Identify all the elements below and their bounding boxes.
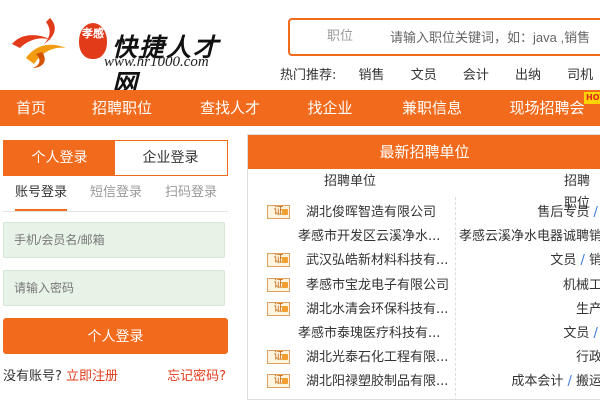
nav-item-companies[interactable]: 找企业 bbox=[296, 90, 364, 126]
tab-company-login[interactable]: 企业登录 bbox=[115, 141, 226, 175]
company-jobs: 售后专员 / 业 bbox=[537, 201, 600, 225]
job-link[interactable]: 孝感云溪净水电器诚聘销售 bbox=[459, 229, 600, 244]
company-row[interactable]: 证 孝感市宝龙电子有限公司 机械工程 bbox=[248, 274, 600, 298]
job-link[interactable]: 成本会计 bbox=[511, 374, 563, 389]
certified-badge-icon: 证 bbox=[267, 350, 290, 365]
logo-site-url: www.hr1000.com bbox=[104, 54, 209, 70]
company-name-link[interactable]: 湖北俊晖智造有限公司 bbox=[306, 201, 436, 225]
company-jobs: 成本会计 / 搬运工 bbox=[511, 370, 600, 394]
company-name-link[interactable]: 湖北阳禄塑胶制品有限... bbox=[306, 370, 448, 394]
company-row[interactable]: 证 湖北水清会环保科技有... 生产普 bbox=[248, 298, 600, 322]
job-link[interactable]: 文员 bbox=[563, 326, 589, 341]
column-header-company: 招聘单位 bbox=[324, 174, 377, 189]
certified-badge-icon: 证 bbox=[267, 374, 290, 389]
job-link[interactable]: 生产普 bbox=[576, 302, 600, 317]
tab-sms-login[interactable]: 短信登录 bbox=[90, 176, 142, 211]
company-jobs: 文员 / 销售 bbox=[550, 249, 600, 273]
hot-keywords-label: 热门推荐: bbox=[280, 68, 337, 83]
hot-keyword-link[interactable]: 会计 bbox=[463, 64, 489, 83]
account-field bbox=[3, 222, 225, 258]
nav-item-home[interactable]: 首页 bbox=[0, 90, 62, 126]
company-jobs: 行政主 bbox=[576, 346, 600, 370]
job-link[interactable]: 搬运工 bbox=[576, 374, 600, 389]
job-link[interactable]: 售后专员 bbox=[537, 205, 589, 220]
company-jobs: 机械工程 bbox=[563, 274, 600, 298]
login-tabs: 个人登录 企业登录 bbox=[3, 140, 228, 176]
company-name-link[interactable]: 武汉弘皓新材料科技有... bbox=[306, 249, 448, 273]
flame-logo-icon bbox=[12, 18, 66, 68]
hot-keyword-link[interactable]: 出纳 bbox=[515, 64, 541, 83]
job-separator: / bbox=[563, 374, 576, 390]
certified-badge-icon: 证 bbox=[267, 253, 290, 268]
tab-account-login[interactable]: 账号登录 bbox=[15, 176, 68, 211]
certified-badge-icon: 证 bbox=[267, 205, 290, 219]
job-separator: / bbox=[593, 326, 598, 341]
no-account-text: 没有账号? bbox=[3, 369, 62, 384]
nav-item-talent[interactable]: 查找人才 bbox=[190, 90, 270, 126]
personal-login-button[interactable]: 个人登录 bbox=[3, 318, 228, 354]
company-name-link[interactable]: 湖北光泰石化工程有限... bbox=[306, 346, 448, 370]
hot-keywords: 热门推荐: 销售 文员 会计 出纳 司机 bbox=[280, 64, 600, 84]
search-category-select[interactable]: 职位 bbox=[290, 20, 390, 54]
login-panel: 个人登录 企业登录 账号登录 短信登录 扫码登录 个人登录 没有账号? 立即注册… bbox=[3, 140, 228, 400]
logo-city-badge: 孝感 bbox=[79, 23, 107, 59]
login-links: 没有账号? 立即注册 忘记密码? bbox=[3, 365, 228, 385]
password-field bbox=[3, 270, 225, 306]
hot-keyword-link[interactable]: 司机 bbox=[567, 64, 593, 83]
account-input[interactable] bbox=[4, 223, 224, 257]
panel-title: 最新招聘单位 bbox=[248, 135, 600, 169]
company-row[interactable]: 证 湖北光泰石化工程有限... 行政主 bbox=[248, 346, 600, 370]
job-separator: / bbox=[593, 205, 598, 220]
job-link[interactable]: 机械工程 bbox=[563, 278, 600, 293]
company-jobs: 孝感云溪净水电器诚聘销售 bbox=[459, 225, 600, 249]
job-link[interactable]: 行政主 bbox=[576, 350, 600, 365]
latest-companies-panel: 最新招聘单位 招聘单位 招聘职位 证湖北俊晖智造有限公司售后专员 / 业孝感市开… bbox=[247, 134, 600, 400]
login-method-tabs: 账号登录 短信登录 扫码登录 bbox=[3, 176, 228, 212]
nav-item-jobs[interactable]: 招聘职位 bbox=[82, 90, 162, 126]
tab-personal-login[interactable]: 个人登录 bbox=[4, 141, 115, 175]
site-header: 孝感 快捷人才网 www.hr1000.com 职位 热门推荐: 销售 文员 会… bbox=[0, 0, 600, 98]
password-input[interactable] bbox=[4, 271, 224, 305]
company-jobs: 生产普 bbox=[576, 298, 600, 322]
company-name-link[interactable]: 孝感市泰瑰医疗科技有... bbox=[298, 322, 440, 346]
search-box: 职位 bbox=[288, 18, 600, 56]
nav-item-jobfair[interactable]: 现场招聘会 bbox=[500, 90, 594, 126]
company-row[interactable]: 证 湖北阳禄塑胶制品有限... 成本会计 / 搬运工 bbox=[248, 370, 600, 394]
company-row[interactable]: 证 武汉弘皓新材料科技有... 文员 / 销售 bbox=[248, 249, 600, 273]
job-link[interactable]: 文员 bbox=[550, 253, 576, 268]
company-row[interactable]: 孝感市开发区云溪净水... 孝感云溪净水电器诚聘销售 bbox=[248, 225, 600, 249]
hot-badge: HOT bbox=[584, 92, 600, 104]
tab-qrcode-login[interactable]: 扫码登录 bbox=[165, 176, 217, 211]
certified-badge-icon: 证 bbox=[267, 277, 290, 292]
hot-keyword-link[interactable]: 销售 bbox=[359, 64, 385, 83]
forgot-password-link[interactable]: 忘记密码? bbox=[167, 365, 226, 384]
certified-badge-icon: 证 bbox=[267, 301, 290, 316]
job-separator: / bbox=[576, 253, 589, 269]
company-name-link[interactable]: 孝感市开发区云溪净水... bbox=[298, 225, 440, 249]
company-name-link[interactable]: 湖北水清会环保科技有... bbox=[306, 298, 448, 322]
column-header-jobs: 招聘职位 bbox=[564, 174, 591, 211]
company-jobs: 文员 / 技 bbox=[563, 322, 600, 346]
main-nav: 首页 招聘职位 查找人才 找企业 兼职信息 现场招聘会 bbox=[0, 90, 600, 126]
nav-item-parttime[interactable]: 兼职信息 bbox=[392, 90, 472, 126]
company-row[interactable]: 孝感市泰瑰医疗科技有... 文员 / 技 bbox=[248, 322, 600, 346]
hot-keyword-link[interactable]: 文员 bbox=[411, 64, 437, 83]
search-input[interactable] bbox=[390, 20, 600, 54]
job-link[interactable]: 销售 bbox=[589, 253, 600, 268]
company-name-link[interactable]: 孝感市宝龙电子有限公司 bbox=[306, 274, 449, 298]
company-row[interactable]: 证 湖北俊晖智造有限公司 售后专员 / 业 bbox=[248, 201, 600, 225]
site-logo[interactable]: 孝感 快捷人才网 www.hr1000.com bbox=[6, 14, 246, 98]
register-link[interactable]: 立即注册 bbox=[66, 369, 118, 384]
